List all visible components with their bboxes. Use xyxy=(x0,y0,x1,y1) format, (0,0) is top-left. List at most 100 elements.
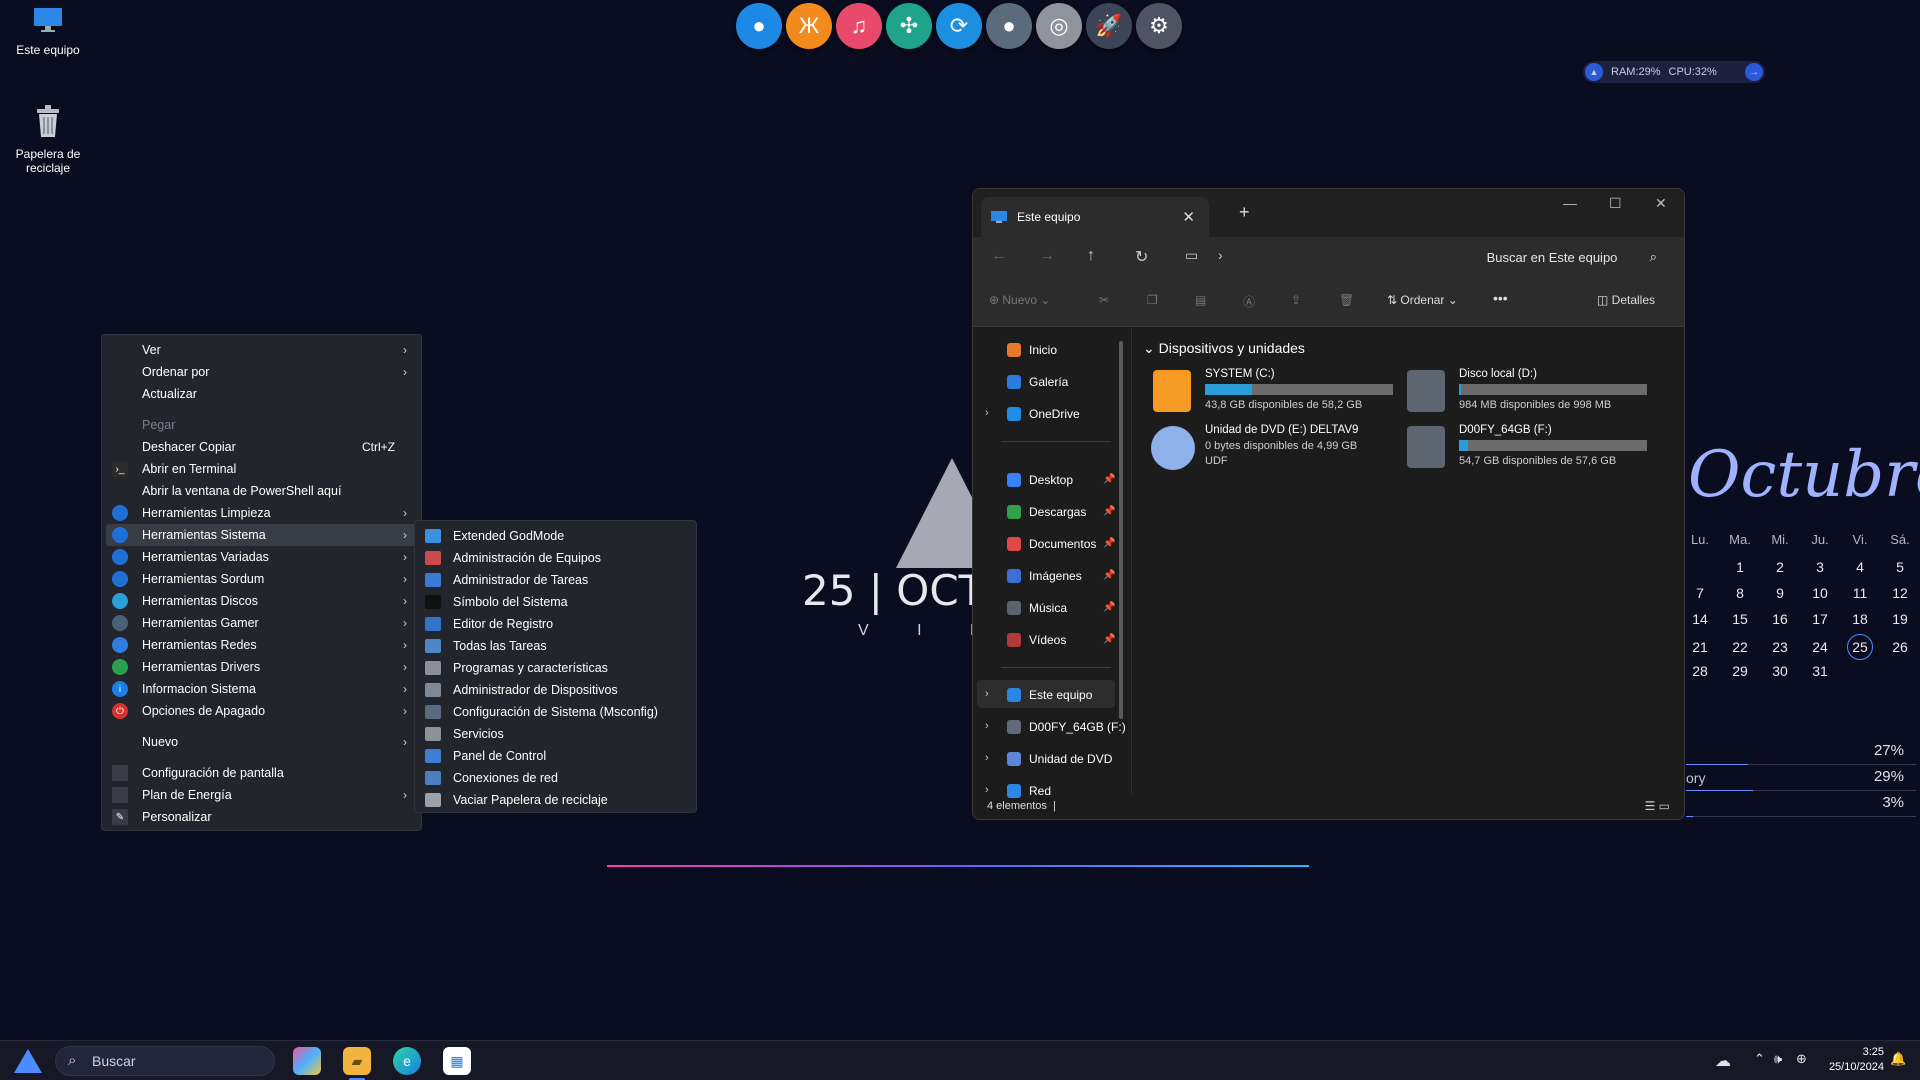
calendar-day[interactable]: 24 xyxy=(1800,639,1840,655)
menu-item-informacion-sistema[interactable]: i Informacion Sistema › xyxy=(102,678,421,700)
cut-icon[interactable]: ✂ xyxy=(1099,293,1109,307)
pane-divider[interactable] xyxy=(1131,328,1132,794)
new-button[interactable]: ⊕ Nuevo ⌄ xyxy=(989,293,1050,307)
rename-icon[interactable]: Ⓐ xyxy=(1243,293,1255,310)
browser-icon[interactable]: ● xyxy=(736,3,782,49)
submenu-item-servicios[interactable]: Servicios xyxy=(415,723,696,745)
share-app-icon[interactable]: ⟳ xyxy=(936,3,982,49)
calendar-day[interactable]: 14 xyxy=(1680,611,1720,627)
submenu-item-administracio-n-de-equipos[interactable]: Administración de Equipos xyxy=(415,547,696,569)
menu-item-ver[interactable]: Ver › xyxy=(102,339,421,361)
new-tab-button[interactable]: + xyxy=(1239,202,1250,223)
calendar-day[interactable]: 3 xyxy=(1800,559,1840,575)
copilot-icon[interactable] xyxy=(293,1047,321,1075)
expand-chevron-icon[interactable]: › xyxy=(985,407,989,419)
calendar-day[interactable]: 8 xyxy=(1720,585,1760,601)
drive-unidad-de-dvd-e-deltav9[interactable]: Unidad de DVD (E:) DELTAV9 0 bytes dispon… xyxy=(1151,424,1403,474)
refresh-button[interactable]: ↻ xyxy=(1135,247,1148,267)
menu-item-herramientas-drivers[interactable]: Herramientas Drivers › xyxy=(102,656,421,678)
sidebar-item-descargas[interactable]: Descargas xyxy=(1007,501,1086,523)
arrow-right-icon[interactable]: → xyxy=(1745,63,1763,81)
breadcrumb-chevron-icon[interactable]: › xyxy=(1218,247,1223,263)
calendar-day[interactable]: 9 xyxy=(1760,585,1800,601)
menu-item-herramientas-limpieza[interactable]: Herramientas Limpieza › xyxy=(102,502,421,524)
calendar-day[interactable]: 17 xyxy=(1800,611,1840,627)
calendar-day[interactable]: 31 xyxy=(1800,663,1840,679)
menu-item-deshacer-copiar[interactable]: Deshacer Copiar Ctrl+Z xyxy=(102,436,421,458)
odnoklassniki-icon[interactable]: Ж xyxy=(786,3,832,49)
more-options-button[interactable]: ••• xyxy=(1493,290,1508,306)
calendar-today[interactable]: 25 xyxy=(1847,634,1873,660)
calendar-day[interactable]: 10 xyxy=(1800,585,1840,601)
menu-item-abrir-la-ventana-de-powershell-aqui[interactable]: Abrir la ventana de PowerShell aquí xyxy=(102,480,421,502)
submenu-item-panel-de-control[interactable]: Panel de Control xyxy=(415,745,696,767)
sidebar-item-desktop[interactable]: Desktop xyxy=(1007,469,1073,491)
pin-icon[interactable]: 📌 xyxy=(1103,570,1115,581)
sidebar-scrollbar[interactable] xyxy=(1119,341,1123,719)
calendar-day[interactable]: 29 xyxy=(1720,663,1760,679)
view-toggle-icons[interactable]: ☰ ▭ xyxy=(1645,799,1670,813)
calendar-day[interactable]: 19 xyxy=(1880,611,1920,627)
edge-icon[interactable]: e xyxy=(393,1047,421,1075)
submenu-item-programas-y-caracteri-sticas[interactable]: Programas y características xyxy=(415,657,696,679)
notifications-icon[interactable]: 🔔 xyxy=(1890,1051,1906,1067)
calendar-day[interactable]: 5 xyxy=(1880,559,1920,575)
close-window-button[interactable]: ✕ xyxy=(1655,195,1667,212)
drive-system-c[interactable]: SYSTEM (C:) 43,8 GB disponibles de 58,2 G… xyxy=(1153,368,1403,418)
submenu-item-vaciar-papelera-de-reciclaje[interactable]: Vaciar Papelera de reciclaje xyxy=(415,789,696,811)
group-header[interactable]: ⌄ Dispositivos y unidades xyxy=(1143,340,1305,357)
up-button[interactable]: ↑ xyxy=(1087,247,1095,265)
menu-item-nuevo[interactable]: Nuevo › xyxy=(102,731,421,753)
menu-item-herramientas-redes[interactable]: Herramientas Redes › xyxy=(102,634,421,656)
calendar-day[interactable]: 30 xyxy=(1760,663,1800,679)
address-pc-icon[interactable]: ▭ xyxy=(1185,247,1198,264)
menu-item-personalizar[interactable]: ✎ Personalizar xyxy=(102,806,421,828)
pin-icon[interactable]: 📌 xyxy=(1103,506,1115,517)
tab-este-equipo[interactable]: Este equipo ✕ xyxy=(981,197,1209,237)
sidebar-item-documentos[interactable]: Documentos xyxy=(1007,533,1096,555)
submenu-item-administrador-de-tareas[interactable]: Administrador de Tareas xyxy=(415,569,696,591)
maximize-button[interactable]: ☐ xyxy=(1609,195,1622,212)
start-button[interactable] xyxy=(14,1049,42,1073)
calendar-day[interactable]: 4 xyxy=(1840,559,1880,575)
calendar-day[interactable]: 11 xyxy=(1840,585,1880,601)
file-explorer-taskbar-icon[interactable]: ▰ xyxy=(343,1047,371,1075)
submenu-item-editor-de-registro[interactable]: Editor de Registro xyxy=(415,613,696,635)
calendar-day[interactable]: 21 xyxy=(1680,639,1720,655)
sidebar-item-unidad-de-dvd[interactable]: Unidad de DVD xyxy=(1007,748,1112,770)
drive-d00fy-64gb-f[interactable]: D00FY_64GB (F:) 54,7 GB disponibles de 57… xyxy=(1407,424,1657,474)
desktop-icon-este-equipo[interactable]: Este equipo xyxy=(0,6,96,57)
drive-disco-local-d[interactable]: Disco local (D:) 984 MB disponibles de 99… xyxy=(1407,368,1657,418)
expand-chevron-icon[interactable]: › xyxy=(985,688,989,700)
pin-icon[interactable]: 📌 xyxy=(1103,602,1115,613)
settings-app-icon[interactable]: ⚙ xyxy=(1136,3,1182,49)
share-icon[interactable]: ⇪ xyxy=(1291,293,1301,307)
calendar-day[interactable]: 1 xyxy=(1720,559,1760,575)
sidebar-item-vi-deos[interactable]: Vídeos xyxy=(1007,629,1066,651)
menu-item-herramientas-sordum[interactable]: Herramientas Sordum › xyxy=(102,568,421,590)
menu-item-herramientas-variadas[interactable]: Herramientas Variadas › xyxy=(102,546,421,568)
menu-item-herramientas-gamer[interactable]: Herramientas Gamer › xyxy=(102,612,421,634)
calendar-day[interactable]: 2 xyxy=(1760,559,1800,575)
resource-monitor[interactable]: ▲ RAM:29% CPU:32% → xyxy=(1583,61,1765,83)
submenu-item-configuracio-n-de-sistema-msconfig[interactable]: Configuración de Sistema (Msconfig) xyxy=(415,701,696,723)
drop-app-icon[interactable]: ● xyxy=(986,3,1032,49)
calendar-day[interactable]: 26 xyxy=(1880,639,1920,655)
sidebar-item-este-equipo[interactable]: Este equipo xyxy=(1007,684,1092,706)
sidebar-item-inicio[interactable]: Inicio xyxy=(1007,339,1057,361)
sidebar-item-ima-genes[interactable]: Imágenes xyxy=(1007,565,1082,587)
pin-icon[interactable]: 📌 xyxy=(1103,634,1115,645)
calendar-day[interactable]: 15 xyxy=(1720,611,1760,627)
submenu-item-todas-las-tareas[interactable]: Todas las Tareas xyxy=(415,635,696,657)
minimize-button[interactable]: — xyxy=(1563,195,1577,211)
menu-item-ordenar-por[interactable]: Ordenar por › xyxy=(102,361,421,383)
disc-app-icon[interactable]: ◎ xyxy=(1036,3,1082,49)
menu-item-configuracio-n-de-pantalla[interactable]: Configuración de pantalla xyxy=(102,762,421,784)
title-bar[interactable]: Este equipo ✕ + — ☐ ✕ xyxy=(973,189,1684,237)
calendar-day[interactable]: 18 xyxy=(1840,611,1880,627)
copy-icon[interactable]: ❐ xyxy=(1147,293,1158,307)
calendar-day[interactable]: 23 xyxy=(1760,639,1800,655)
expand-chevron-icon[interactable]: › xyxy=(985,720,989,732)
paste-icon[interactable]: ▤ xyxy=(1195,293,1206,307)
desktop-icon-papelera[interactable]: Papelera de reciclaje xyxy=(0,104,96,175)
